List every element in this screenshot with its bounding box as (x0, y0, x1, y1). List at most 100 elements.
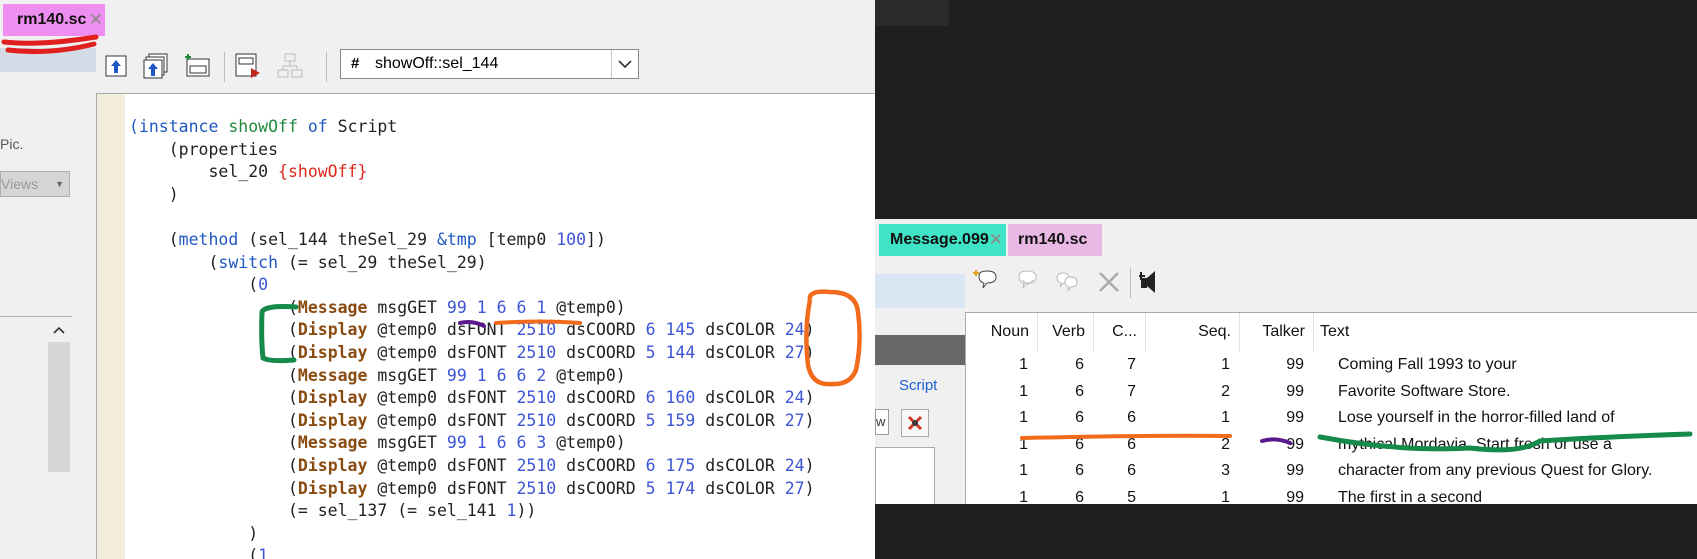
panel-divider (0, 316, 72, 317)
close-icon[interactable]: ✕ (89, 4, 103, 36)
code-token: 27 (784, 343, 805, 362)
column-header[interactable]: Noun (966, 313, 1038, 351)
editor-tab-bar: rm140.sc ✕ (0, 0, 875, 42)
code-line: (Message msgGET 99 1 6 6 3 @temp0) (129, 432, 626, 454)
code-token: Display (297, 388, 368, 408)
table-cell: 99 (1286, 435, 1304, 453)
table-cell: 99 (1286, 488, 1304, 505)
code-token: Display (297, 478, 368, 498)
code-line: (Display @temp0 dsFONT 2510 dsCOORD 5 14… (129, 342, 815, 364)
code-token: (instance (129, 117, 229, 136)
add-message-button[interactable] (971, 266, 1003, 298)
dark-bar (875, 335, 965, 365)
table-row[interactable]: 1 6 7 2 99 Favorite Software Store. (966, 378, 1697, 406)
code-token: 1 (258, 546, 269, 559)
table-cell: 7 (1127, 356, 1136, 373)
table-cell: 6 (1075, 356, 1084, 373)
code-line: (properties (129, 139, 278, 161)
code-token: Display (297, 456, 368, 475)
compile-run-button[interactable] (234, 52, 262, 80)
code-token: Message (297, 297, 368, 317)
code-token: 99 1 6 6 2 (446, 365, 547, 385)
column-header[interactable]: C... (1094, 313, 1146, 351)
scrollbar-thumb[interactable] (48, 342, 70, 472)
table-cell: 5 (1127, 488, 1136, 505)
chevron-up-icon (53, 326, 65, 334)
script-link[interactable]: Script (899, 377, 937, 394)
close-icon[interactable]: ✕ (989, 224, 1003, 256)
column-header[interactable]: Text (1314, 313, 1697, 351)
code-line: sel_20 {showOff} (129, 161, 367, 183)
table-cell: 1 (1019, 409, 1028, 426)
code-token: 100 (556, 230, 587, 249)
column-header[interactable]: Seq. (1146, 313, 1240, 351)
table-cell: 1 (1019, 356, 1028, 373)
table-row[interactable]: 1 6 6 3 99 character from any previous Quest … (966, 457, 1697, 485)
code-token: method (178, 230, 239, 249)
code-token: 24 (784, 320, 805, 340)
scroll-up-button[interactable] (48, 320, 70, 340)
tab-rm140[interactable]: rm140.sc ✕ (3, 4, 105, 36)
toolbar-left-filler (0, 48, 96, 72)
method-dropdown[interactable]: # showOff::sel_144 (340, 49, 639, 79)
tab-message-099[interactable]: Message.099 ✕ (879, 224, 1006, 256)
delete-script-button[interactable] (901, 409, 929, 437)
code-token: Message (297, 365, 368, 385)
message-text-cell: Coming Fall 1993 to your (1338, 356, 1517, 373)
goto-definition-button[interactable] (102, 52, 130, 80)
code-line: (1 (129, 545, 268, 559)
code-token: (sel_144 theSel_29 (238, 230, 437, 249)
code-token: ( (129, 230, 179, 249)
pic-label: Pic. (0, 136, 24, 152)
column-header[interactable]: Verb (1038, 313, 1094, 351)
code-line: (Display @temp0 dsFONT 2510 dsCOORD 6 17… (129, 455, 815, 477)
code-line: (Display @temp0 dsFONT 2510 dsCOORD 6 16… (129, 387, 815, 409)
code-token: 99 1 6 6 3 (446, 433, 547, 453)
code-token: @temp0) (546, 365, 626, 385)
code-token: dsCOORD (556, 388, 646, 408)
table-cell: 2 (1221, 435, 1230, 453)
code-token: ( (129, 343, 298, 362)
code-token: ( (129, 365, 298, 385)
message-text-cell: character from any previous Quest for Gl… (1338, 462, 1653, 479)
code-token: Display (297, 343, 368, 362)
table-cell: 1 (1221, 488, 1230, 505)
add-seq-button[interactable] (1011, 266, 1043, 298)
message-table[interactable]: Noun Verb C... Seq. Talker Text 1 6 7 1 99 Coming … (965, 312, 1697, 504)
delete-message-button[interactable] (1093, 266, 1125, 298)
code-line: (Message msgGET 99 1 6 6 1 @temp0) (129, 297, 626, 319)
speech-bubble-icon (1018, 270, 1037, 289)
code-token: 6 145 (645, 320, 696, 340)
code-line: ) (129, 184, 179, 206)
bubbles-icon (1056, 272, 1078, 292)
table-row[interactable]: 1 6 6 1 99 Lose yourself in the horror-filled… (966, 404, 1697, 432)
code-line: (Message msgGET 99 1 6 6 2 @temp0) (129, 365, 626, 387)
code-line: (instance showOff of Script (129, 116, 397, 138)
code-token: ( (129, 433, 298, 453)
code-token: ) (804, 410, 815, 430)
code-token: dsCOLOR (695, 320, 785, 340)
play-audio-button[interactable] (1137, 266, 1169, 298)
table-row[interactable]: 1 6 6 2 99 mythical Mordavia. Start fresh or … (966, 431, 1697, 459)
views-dropdown[interactable]: Views ▼ (0, 171, 70, 197)
add-item-button[interactable] (184, 52, 212, 80)
code-token: Message (297, 433, 368, 453)
code-token: &tmp (436, 230, 477, 249)
column-header[interactable]: Talker (1240, 313, 1314, 351)
tab-rm140[interactable]: rm140.sc (1008, 224, 1102, 256)
message-text-cell: mythical Mordavia. Start fresh or use a (1338, 435, 1612, 453)
code-line: (0 (129, 274, 268, 296)
table-row[interactable]: 1 6 7 1 99 Coming Fall 1993 to your (966, 351, 1697, 379)
code-token: 2510 (516, 320, 557, 340)
message-text-cell: The first in a second (1338, 488, 1483, 505)
chevron-down-icon[interactable] (611, 50, 638, 78)
small-field[interactable]: w (875, 409, 889, 435)
tab-label: rm140.sc (17, 11, 87, 28)
disabled-tool-button[interactable] (276, 52, 304, 80)
code-token: 2510 (516, 456, 557, 475)
dark-panel-tab (875, 0, 949, 26)
table-row[interactable]: 1 6 5 1 99 The first in a second (966, 484, 1697, 505)
clone-message-button[interactable] (1051, 266, 1083, 298)
goto-parent-button[interactable] (142, 52, 170, 80)
highlight-strip (875, 274, 965, 308)
